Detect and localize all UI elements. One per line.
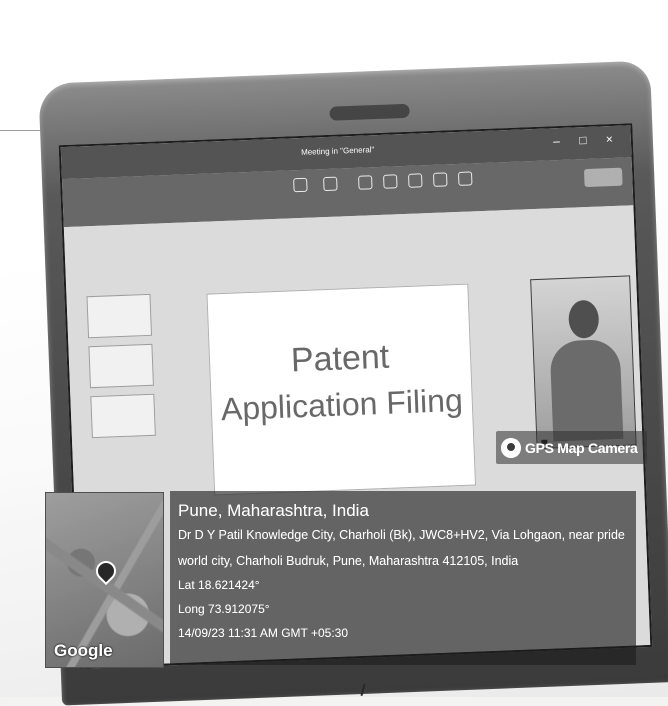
participant-video	[530, 275, 637, 450]
toolbar-button	[402, 173, 429, 191]
laptop-webcam	[329, 103, 410, 121]
gps-map-camera-badge: GPS Map Camera	[496, 431, 647, 464]
toolbar-icon	[358, 175, 373, 190]
latitude: Lat 18.621424°	[178, 578, 260, 592]
presentation-slide: Patent Application Filing	[206, 283, 477, 496]
toolbar-button	[377, 174, 404, 192]
map-pin-camera-icon	[501, 437, 521, 458]
gps-brand-label: GPS Map Camera	[525, 439, 638, 456]
location-title: Pune, Maharashtra, India	[178, 501, 369, 520]
slide-title-line2: Application Filing	[220, 381, 464, 428]
window-title: Meeting in "General"	[300, 145, 375, 157]
longitude: Long 73.912075°	[178, 602, 270, 616]
toolbar-button	[427, 172, 454, 190]
toolbar-icon	[323, 176, 338, 192]
leave-button	[583, 167, 623, 188]
participant-body	[549, 338, 624, 442]
toolbar-icon	[408, 173, 423, 188]
toolbar-icon	[432, 172, 448, 187]
slide-thumbnail	[90, 393, 156, 439]
toolbar-icon	[383, 174, 398, 189]
address-line-1: Dr D Y Patil Knowledge City, Charholi (B…	[178, 528, 625, 542]
window-controls: – □ ×	[552, 131, 622, 149]
toolbar-button	[287, 177, 314, 195]
map-thumbnail: Google	[45, 492, 164, 668]
slide-thumbnail	[88, 343, 154, 389]
slide-thumbnail	[86, 293, 153, 339]
toolbar-icon	[293, 177, 308, 193]
slide-title-line1: Patent	[290, 337, 390, 380]
toolbar-button	[317, 176, 344, 194]
location-pin-icon	[91, 556, 121, 586]
toolbar-icon	[457, 171, 473, 186]
google-logo: Google	[54, 641, 113, 660]
toolbar-button	[352, 175, 379, 193]
slide-thumbnails	[86, 293, 158, 496]
address-line-2: world city, Charholi Budruk, Pune, Mahar…	[178, 554, 519, 568]
toolbar-button	[452, 171, 479, 189]
location-info-panel: Pune, Maharashtra, India Dr D Y Patil Kn…	[170, 491, 636, 665]
participant-head	[568, 299, 600, 339]
timestamp: 14/09/23 11:31 AM GMT +05:30	[178, 626, 349, 640]
